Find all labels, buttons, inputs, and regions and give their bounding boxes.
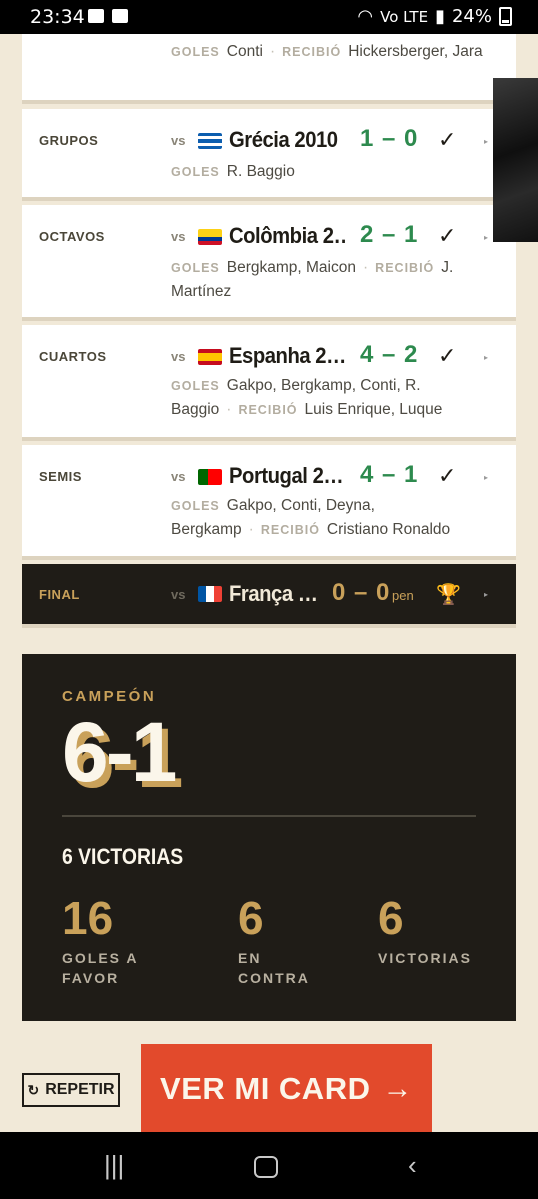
wifi-icon: ◠: [357, 6, 374, 27]
view-card-button[interactable]: VER MI CARD →: [141, 1044, 432, 1134]
status-bar: 23:34 ◠ Vo LTE ▮ 24%: [0, 0, 538, 34]
match-card-cuartos[interactable]: CUARTOS vs Espanha 2… 4 – 2 ✓ ▸ GOLES Gak…: [22, 325, 516, 437]
stat-label: VICTORIAS: [378, 950, 472, 966]
stat-label: GOLES A FAVOR: [62, 950, 138, 986]
match-card-octavos[interactable]: OCTAVOS vs Colômbia 2… 2 – 1 ✓ ▸ GOLES Be…: [22, 205, 516, 317]
vs-label: vs: [171, 229, 186, 244]
round-label: FINAL: [39, 587, 80, 602]
chevron-right-icon[interactable]: ▸: [484, 233, 488, 242]
repeat-button[interactable]: ↻ REPETIR: [22, 1073, 120, 1107]
opponent-name: Grécia 2010: [229, 127, 338, 152]
match-details: GOLES Gakpo, Bergkamp, Conti, R. Baggio · R…: [171, 377, 443, 418]
system-nav-bar: ||| ‹: [0, 1132, 538, 1199]
win-check-icon: ✓: [438, 127, 457, 152]
signal-icon: ▮: [435, 6, 445, 27]
match-details: GOLES R. Baggio: [171, 163, 295, 180]
match-score: 4 – 1: [360, 461, 419, 488]
match-details: GOLES Gakpo, Conti, Deyna, Bergkamp · RECIB…: [171, 497, 451, 538]
win-check-icon: ✓: [438, 463, 457, 488]
match-score: 2 – 1: [360, 221, 419, 248]
trophy-icon: 🏆: [436, 584, 461, 606]
arrow-right-icon: →: [382, 1072, 413, 1105]
stat-label: EN CONTRA: [238, 950, 310, 986]
round-label: OCTAVOS: [39, 229, 105, 244]
win-check-icon: ✓: [438, 343, 457, 368]
opponent-name: Portugal 2…: [229, 463, 344, 488]
greece-flag-icon: [198, 133, 222, 149]
spain-flag-icon: [198, 349, 222, 365]
portugal-flag-icon: [198, 469, 222, 485]
vs-label: vs: [171, 469, 186, 484]
colombia-flag-icon: [198, 229, 222, 245]
recent-apps-icon[interactable]: |||: [104, 1150, 124, 1181]
opponent-name: França …: [229, 581, 318, 606]
repeat-label: REPETIR: [45, 1081, 115, 1098]
france-flag-icon: [198, 586, 222, 602]
home-icon[interactable]: [254, 1156, 278, 1178]
back-icon[interactable]: ‹: [408, 1150, 417, 1181]
round-label: CUARTOS: [39, 349, 107, 364]
match-card-semis[interactable]: SEMIS vs Portugal 2… 4 – 1 ✓ ▸ GOLES Gakp…: [22, 445, 516, 556]
champion-panel: CAMPEÓN 6-1 6 VICTORIAS 16 GOLES A FAVOR…: [22, 654, 516, 1021]
penalties-label: pen: [392, 588, 414, 603]
match-score: 4 – 2: [360, 341, 419, 368]
win-check-icon: ✓: [438, 223, 457, 248]
chevron-right-icon[interactable]: ▸: [484, 137, 488, 146]
view-card-label: VER MI CARD: [160, 1071, 371, 1106]
stat-value: 6: [378, 892, 404, 944]
battery-icon: [499, 7, 512, 26]
video-thumbnail[interactable]: [493, 78, 538, 242]
youtube-icon: [112, 9, 128, 23]
match-card-grupos[interactable]: GRUPOS vs Grécia 2010 1 – 0 ✓ ▸ GOLES R. …: [22, 109, 516, 197]
opponent-name: Colômbia 2…: [229, 223, 345, 248]
chevron-right-icon[interactable]: ▸: [484, 353, 488, 362]
vs-label: vs: [171, 349, 186, 364]
stat-wins: 6 VICTORIAS: [378, 892, 488, 968]
divider: [62, 815, 476, 817]
round-label: SEMIS: [39, 469, 82, 484]
stat-goals-for: 16 GOLES A FAVOR: [62, 892, 152, 988]
stat-value: 16: [62, 892, 114, 944]
champion-label: CAMPEÓN: [62, 688, 157, 705]
chevron-right-icon[interactable]: ▸: [484, 590, 488, 599]
record-score: 6-1: [62, 705, 177, 799]
volte-icon: Vo LTE: [380, 7, 429, 26]
stat-value: 6: [238, 892, 264, 944]
opponent-name: Espanha 2…: [229, 343, 345, 368]
clock: 23:34: [30, 6, 85, 28]
wins-title: 6 VICTORIAS: [62, 844, 184, 869]
stat-goals-against: 6 EN CONTRA: [238, 892, 328, 988]
match-card-final[interactable]: FINAL vs França … 0 – 0 pen 🏆 ▸: [22, 564, 516, 624]
match-details: GOLES Bergkamp, Maicon · RECIBIÓ J. Martínez: [171, 259, 454, 300]
round-label: GRUPOS: [39, 133, 99, 148]
match-details: GOLES Conti · RECIBIÓ Hickersberger, Jara: [171, 43, 483, 60]
match-card[interactable]: GOLES Conti · RECIBIÓ Hickersberger, Jara: [22, 34, 516, 100]
gallery-icon: [88, 9, 104, 23]
battery-level: 24%: [451, 6, 492, 27]
chevron-right-icon[interactable]: ▸: [484, 473, 488, 482]
match-score: 1 – 0: [360, 125, 419, 152]
match-score: 0 – 0: [332, 579, 391, 606]
refresh-icon: ↻: [27, 1081, 40, 1098]
vs-label: vs: [171, 133, 186, 148]
vs-label: vs: [171, 587, 186, 602]
